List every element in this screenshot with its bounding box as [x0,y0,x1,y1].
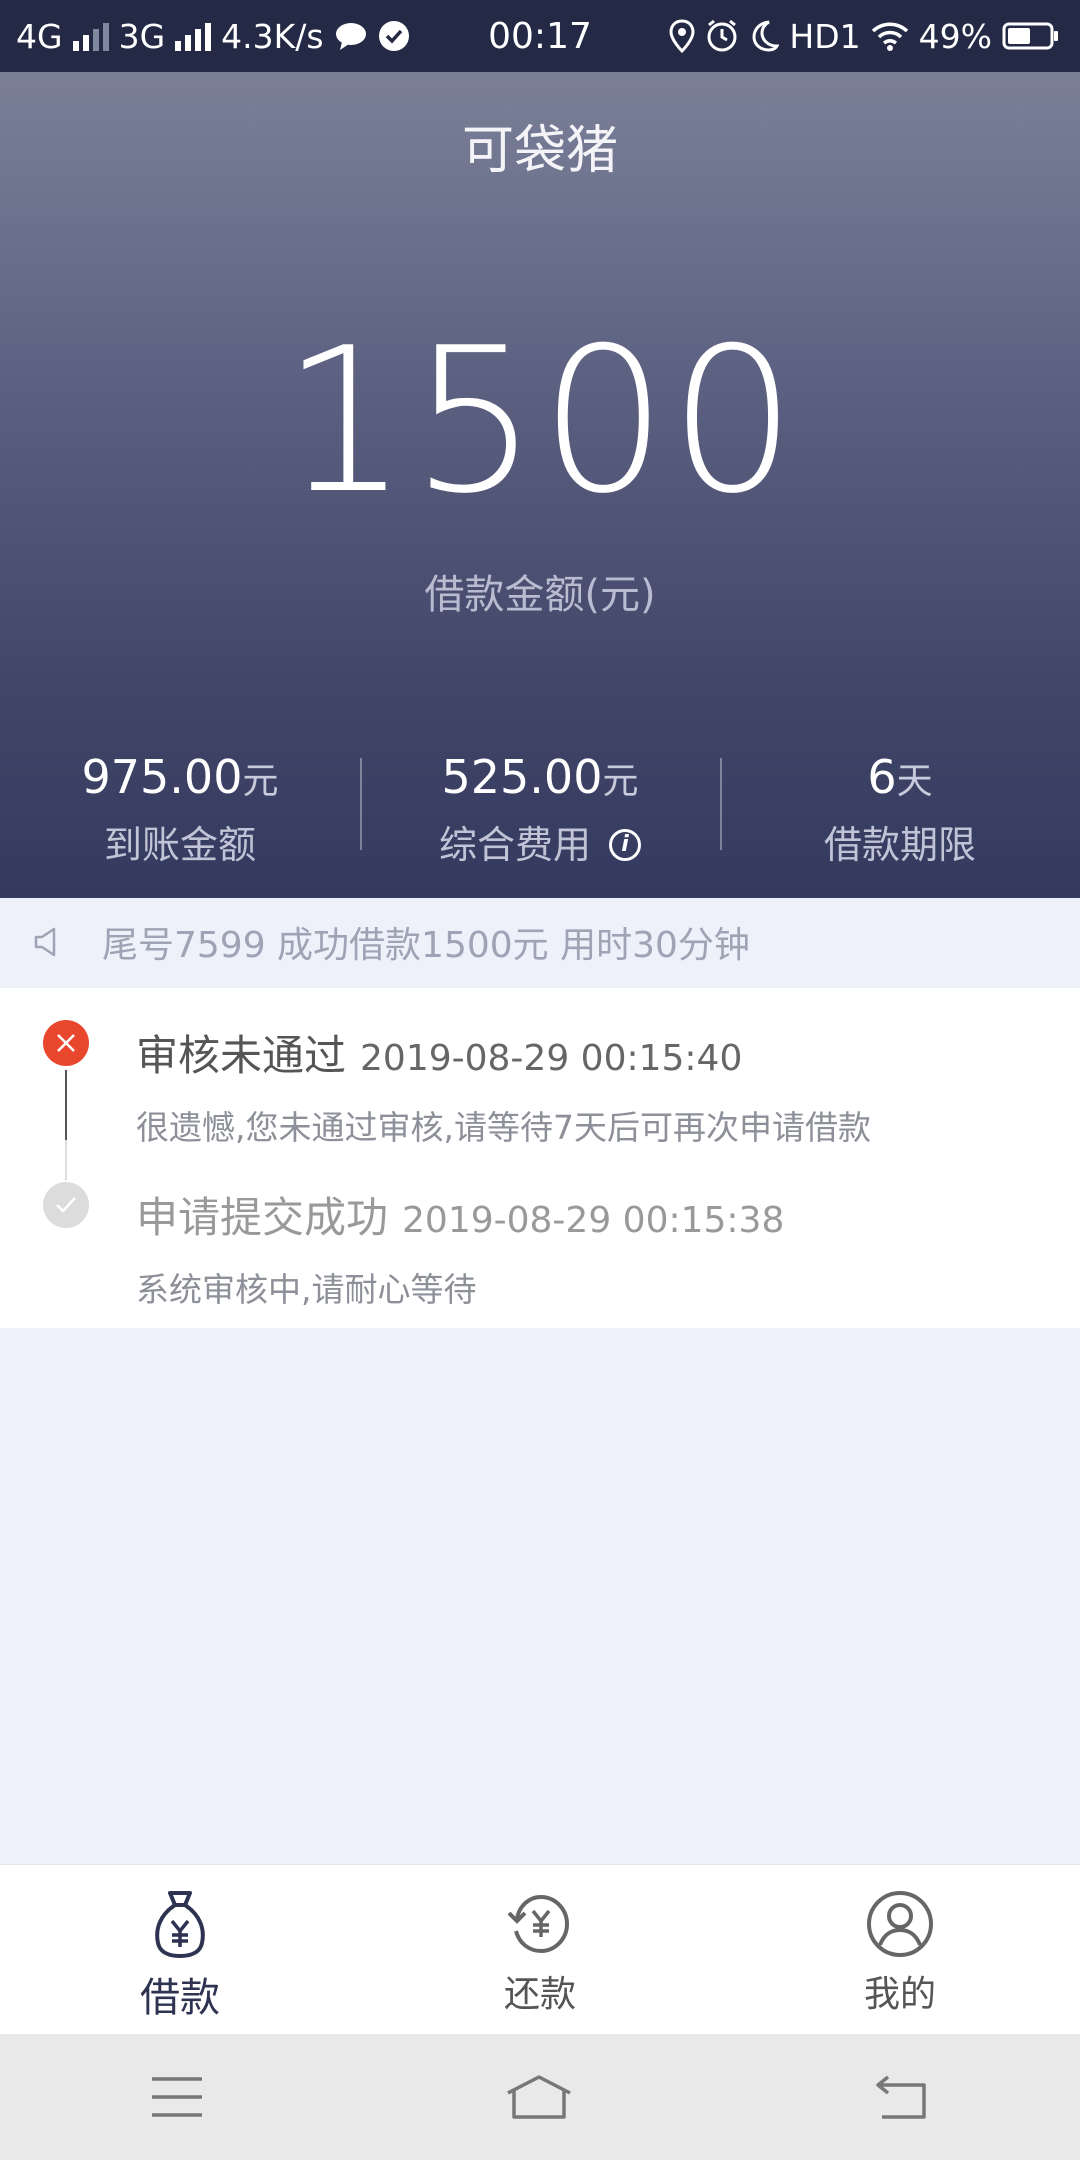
timeline-time: 2019-08-29 00:15:38 [402,1200,785,1241]
stat-term: 6天 借款期限 [720,742,1080,882]
tab-repay[interactable]: 还款 [360,1865,720,2035]
stat-fee: 525.00元 综合费用 i [360,742,720,882]
wifi-icon [871,22,908,51]
check-icon [43,1182,89,1228]
network-speed: 4.3K/s [221,16,324,56]
timeline-time: 2019-08-29 00:15:40 [360,1038,743,1079]
loan-stats: 975.00元 到账金额 525.00元 综合费用 i 6天 借款期限 [0,742,1080,882]
app-title: 可袋猪 [461,121,618,181]
status-right: HD1 49% [669,0,1060,72]
tab-mine[interactable]: 我的 [720,1865,1080,2035]
signal-icon-2 [175,21,212,51]
hd-label: HD1 [789,16,861,56]
back-icon[interactable] [874,2073,930,2121]
timeline-desc: 很遗憾,您未通过审核,请等待7天后可再次申请借款 [136,1108,871,1147]
loan-hero: 可袋猪 1500 借款金额(元) 975.00元 到账金额 525.00元 综合… [0,72,1080,898]
check-circle-icon [378,21,409,51]
stat-received: 975.00元 到账金额 [0,742,360,882]
timeline-title: 申请提交成功 [136,1193,389,1242]
stat-value: 975.00 [81,750,243,804]
stat-value: 6 [867,750,897,804]
timeline-item-rejected: 审核未通过 2019-08-29 00:15:40 很遗憾,您未通过审核,请等待7… [136,1022,871,1149]
network-3g-label: 3G [118,16,166,56]
stat-label: 到账金额 [103,823,256,867]
home-icon[interactable] [504,2073,574,2121]
alarm-icon [707,19,737,52]
moon-icon [752,20,780,52]
tab-label: 我的 [863,1974,936,2015]
reject-x-icon [43,1020,89,1066]
timeline-connector-lower [65,1140,67,1180]
tab-borrow[interactable]: 借款 [0,1865,360,2035]
location-icon [669,19,695,53]
tab-label: 还款 [503,1974,576,2015]
info-icon[interactable]: i [609,829,641,861]
notice-text: 尾号7599 成功借款1500元 用时30分钟 [102,925,750,966]
money-bag-icon [155,1891,205,1959]
chat-bubble-icon [335,23,366,50]
stat-unit: 元 [242,761,279,802]
menu-icon[interactable] [150,2075,204,2119]
stat-value: 525.00 [441,750,603,804]
status-left: 4G 3G 4.3K/s [16,0,410,72]
battery-icon [1002,22,1058,50]
timeline-desc: 系统审核中,请耐心等待 [136,1270,477,1309]
tab-label: 借款 [140,1975,220,2021]
user-profile-icon [867,1891,933,1957]
loan-amount-label: 借款金额(元) [424,572,656,618]
repay-icon [507,1894,570,1954]
clock-time: 00:17 [488,15,592,57]
timeline-title: 审核未通过 [136,1031,347,1080]
review-timeline: 审核未通过 2019-08-29 00:15:40 很遗憾,您未通过审核,请等待7… [0,988,1080,1328]
battery-percent: 49% [918,16,992,56]
notice-bar: 尾号7599 成功借款1500元 用时30分钟 [0,898,1080,986]
stat-unit: 元 [602,761,639,802]
bottom-tab-bar: 借款 还款 我的 [0,1864,1080,2035]
signal-icon [72,21,109,51]
status-bar: 4G 3G 4.3K/s 00:17 HD1 49% [0,0,1080,72]
loan-amount: 1500 [281,305,799,538]
system-nav-bar [0,2034,1080,2160]
network-4g-label: 4G [16,16,63,56]
timeline-item-submitted: 申请提交成功 2019-08-29 00:15:38 系统审核中,请耐心等待 [136,1184,784,1311]
stat-unit: 天 [896,761,933,802]
speaker-icon [32,925,66,959]
stat-label: 综合费用 [438,823,591,867]
stat-label: 借款期限 [823,823,976,867]
